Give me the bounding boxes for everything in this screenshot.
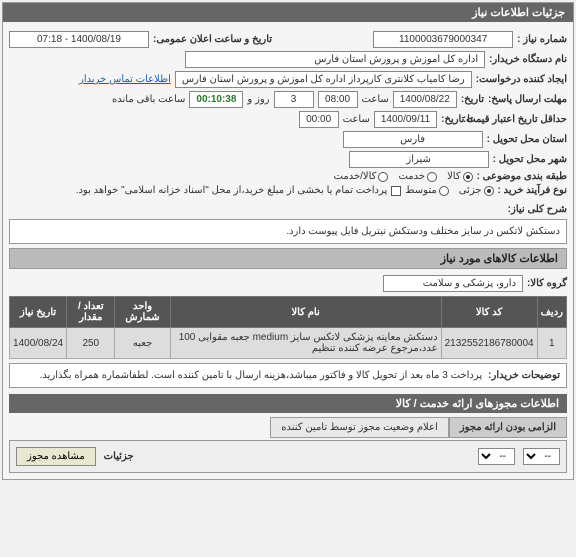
category-label: طبقه بندی موضوعی :	[477, 171, 567, 182]
validity-time-value: 00:00	[299, 111, 339, 128]
purchase-type-radio-group: جزئی متوسط	[405, 185, 493, 196]
radio-goods-service[interactable]	[378, 172, 388, 182]
days-value: 3	[274, 91, 314, 108]
cell-name: دستکش معاینه پزشکی لاتکس سایز medium جعب…	[170, 328, 441, 359]
radio-service-label: خدمت	[398, 171, 425, 182]
th-name: نام کالا	[170, 297, 441, 328]
city-value: شیراز	[349, 151, 489, 168]
days-label: روز و	[247, 94, 269, 105]
desc-label: شرح کلی نیاز:	[508, 204, 567, 215]
buyer-note-text: پرداخت 3 ماه بعد از تحویل کالا و فاکتور …	[40, 370, 483, 381]
creator-value: رضا کامیاب کلانتری کارپرداز اداره کل امو…	[175, 71, 472, 88]
radio-goods[interactable]	[463, 172, 473, 182]
validity-until-label: تا تاریخ:	[441, 114, 473, 125]
group-label: گروه کالا:	[527, 278, 567, 289]
auth-panel-header: اطلاعات مجوزهای ارائه خدمت / کالا	[9, 394, 567, 413]
validity-label: حداقل تاریخ اعتبار قیمت:	[477, 114, 567, 125]
province-value: فارس	[343, 131, 483, 148]
reply-deadline-label: مهلت ارسال پاسخ:	[488, 94, 567, 105]
cell-code: 2132552186780004	[441, 328, 537, 359]
th-date: تاریخ نیاز	[10, 297, 67, 328]
cell-date: 1400/08/24	[10, 328, 67, 359]
time-label-1: ساعت	[362, 94, 389, 105]
cell-unit: جعبه	[115, 328, 170, 359]
view-auth-button[interactable]: مشاهده مجوز	[16, 447, 96, 466]
need-no-value: 1100003679000347	[373, 31, 513, 48]
radio-goods-service-label: کالا/خدمت	[334, 171, 377, 182]
th-unit: واحد شمارش	[115, 297, 170, 328]
need-description: دستکش لاتکس در سایز مختلف ودستکش نیتریل …	[9, 219, 567, 244]
province-label: استان محل تحویل :	[487, 134, 567, 145]
tab-supplier-auth-status[interactable]: اعلام وضعیت مجوز توسط تامین کننده	[270, 417, 449, 438]
buyer-label: نام دستگاه خریدار:	[489, 54, 567, 65]
radio-partial[interactable]	[484, 186, 494, 196]
city-label: شهر محل تحویل :	[493, 154, 567, 165]
table-row: 1 2132552186780004 دستکش معاینه پزشکی لا…	[10, 328, 567, 359]
need-no-label: شماره نیاز :	[517, 34, 567, 45]
buyer-note-label: توضیحات خریدار:	[488, 370, 560, 381]
radio-partial-label: جزئی	[459, 185, 482, 196]
panel-need-details-header: جزئیات اطلاعات نیاز	[3, 3, 573, 22]
time-label-2: ساعت	[343, 114, 370, 125]
radio-goods-label: کالا	[447, 171, 461, 182]
auth-select-2[interactable]: --	[478, 448, 515, 465]
details-label: جزئیات	[104, 451, 134, 462]
items-panel-header: اطلاعات کالاهای مورد نیاز	[9, 248, 567, 269]
reply-date-label: تاریخ:	[461, 94, 484, 105]
public-datetime-label: تاریخ و ساعت اعلان عمومی:	[153, 34, 272, 45]
cell-idx: 1	[537, 328, 566, 359]
reply-date-value: 1400/08/22	[393, 91, 457, 108]
category-radio-group: کالا خدمت کالا/خدمت	[334, 171, 473, 182]
tab-mandatory-auth[interactable]: الزامی بودن ارائه مجوز	[449, 417, 567, 438]
contact-buyer-link[interactable]: اطلاعات تماس خریدار	[79, 74, 171, 85]
buyer-value: اداره کل اموزش و پرورش استان فارس	[185, 51, 485, 68]
validity-date-value: 1400/09/11	[374, 111, 437, 128]
purchase-type-label: نوع فرآیند خرید :	[498, 185, 567, 196]
public-datetime-value: 1400/08/19 - 07:18	[9, 31, 149, 48]
group-value: دارو، پزشکی و سلامت	[383, 275, 523, 292]
treasury-checkbox[interactable]	[391, 186, 401, 196]
auth-select-1[interactable]: --	[523, 448, 560, 465]
reply-time-value: 08:00	[318, 91, 358, 108]
radio-medium-label: متوسط	[405, 185, 436, 196]
th-idx: ردیف	[537, 297, 566, 328]
remaining-label: ساعت باقی مانده	[112, 94, 185, 105]
th-qty: تعداد / مقدار	[67, 297, 115, 328]
radio-medium[interactable]	[439, 186, 449, 196]
creator-label: ایجاد کننده درخواست:	[476, 74, 567, 85]
items-table: ردیف کد کالا نام کالا واحد شمارش تعداد /…	[9, 296, 567, 359]
cell-qty: 250	[67, 328, 115, 359]
treasury-note: پرداخت تمام یا بخشی از مبلغ خرید،از محل …	[76, 185, 388, 196]
radio-service[interactable]	[427, 172, 437, 182]
remaining-value: 00:10:38	[189, 91, 243, 108]
th-code: کد کالا	[441, 297, 537, 328]
